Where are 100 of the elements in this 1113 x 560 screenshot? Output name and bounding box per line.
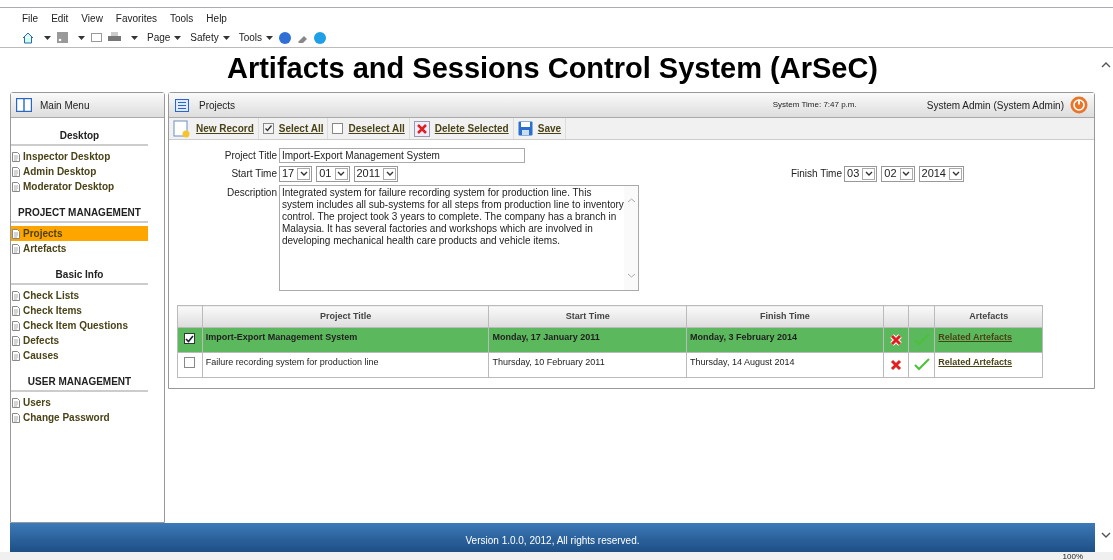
panel-title: Projects xyxy=(199,98,236,113)
action-button[interactable]: New Record xyxy=(169,118,259,139)
sidebar-item[interactable]: Artefacts xyxy=(11,241,148,256)
page-icon xyxy=(12,320,20,331)
toolbar-menu-button[interactable]: Tools xyxy=(238,30,274,45)
menu-item[interactable]: File xyxy=(22,10,39,26)
delete-icon[interactable] xyxy=(889,358,904,372)
home-icon[interactable] xyxy=(22,31,34,44)
new-document-icon xyxy=(173,119,191,138)
field-label: Start Time xyxy=(230,167,277,181)
checkmark-icon xyxy=(185,334,195,343)
delete-icon[interactable] xyxy=(889,333,904,347)
page-icon xyxy=(12,397,20,408)
sidebar-item[interactable]: Moderator Desktop xyxy=(11,179,148,194)
row-checkbox[interactable] xyxy=(184,333,196,344)
checkmark-icon[interactable] xyxy=(913,333,930,347)
date-dropdown[interactable]: 2014 xyxy=(918,165,964,182)
section-heading: Desktop xyxy=(11,123,148,146)
header-cell xyxy=(883,305,909,328)
power-icon[interactable] xyxy=(1070,96,1088,114)
toolbar-menu-button[interactable]: Safety xyxy=(190,30,230,45)
chevron-down-icon[interactable] xyxy=(1100,532,1111,538)
sidebar-title: Main Menu xyxy=(40,98,90,113)
zoom-level[interactable]: 100% xyxy=(1062,552,1083,560)
checkbox-icon xyxy=(332,123,344,134)
chevron-down-icon xyxy=(299,171,308,176)
sidebar-item[interactable]: Admin Desktop xyxy=(11,164,148,179)
action-button[interactable]: Save xyxy=(513,118,567,139)
caret-icon xyxy=(266,35,274,40)
action-button[interactable]: Deselect All xyxy=(328,118,410,139)
date-dropdown[interactable]: 2011 xyxy=(353,165,399,182)
checked-checkbox-icon xyxy=(262,123,274,134)
project-title-field[interactable]: Import-Export Management System xyxy=(279,148,525,163)
page-icon xyxy=(12,243,20,254)
header-cell xyxy=(909,305,935,328)
feed-icon[interactable] xyxy=(57,32,68,43)
chevron-down-icon xyxy=(337,171,345,176)
mail-icon[interactable] xyxy=(91,33,102,42)
table-row[interactable]: Failure recording system for production line Thursday, 10 February 2011 Thursday, 14 August 2014 Related Artefacts xyxy=(177,352,1043,378)
field-label: Project Title xyxy=(223,149,277,163)
toolbar-menu-button[interactable]: Page xyxy=(147,30,182,45)
section-heading: PROJECT MANAGEMENT xyxy=(11,200,148,223)
chevron-down-icon xyxy=(385,171,394,176)
footer-bar: Version 1.0.0, 2012, All rights reserved. xyxy=(10,523,1095,552)
menu-item[interactable]: Favorites xyxy=(115,10,157,26)
panel-icon xyxy=(16,98,32,112)
date-dropdown[interactable]: 17 xyxy=(279,165,313,182)
page-icon xyxy=(12,412,20,423)
page-icon xyxy=(12,151,20,162)
action-button[interactable]: Select All xyxy=(258,118,329,139)
page-title: Artifacts and Sessions Control System (ArSeC) xyxy=(225,51,879,86)
page-icon xyxy=(12,166,20,177)
date-dropdown[interactable]: 01 xyxy=(316,165,350,182)
sidebar-item[interactable]: Projects xyxy=(11,226,148,241)
sidebar-item[interactable]: Check Items xyxy=(11,303,148,318)
page-icon xyxy=(12,181,20,192)
page-icon xyxy=(12,290,20,301)
page-icon xyxy=(12,228,20,239)
table-cell: Import-Export Management System xyxy=(202,327,489,353)
system-time: System Time: 7:47 p.m. xyxy=(772,99,857,111)
list-icon xyxy=(175,98,189,112)
column-header: Project Title xyxy=(202,305,489,328)
delete-icon xyxy=(413,120,430,137)
page-icon xyxy=(12,350,20,361)
table-cell: Monday, 3 February 2014 xyxy=(686,327,884,353)
menu-item[interactable]: Help xyxy=(206,10,227,26)
sidebar-item[interactable]: Change Password xyxy=(11,410,148,425)
chevron-up-icon[interactable] xyxy=(1100,62,1111,68)
sidebar-item[interactable]: Users xyxy=(11,395,148,410)
menu-item[interactable]: Edit xyxy=(51,10,69,26)
caret-icon xyxy=(174,35,182,40)
table-cell: Failure recording system for production line xyxy=(202,352,489,378)
section-heading: USER MANAGEMENT xyxy=(11,369,148,392)
action-button[interactable]: Delete Selected xyxy=(409,118,514,139)
printer-icon[interactable] xyxy=(108,32,121,43)
sidebar-item[interactable]: Defects xyxy=(11,333,148,348)
caret-icon xyxy=(222,35,230,40)
checkmark-icon[interactable] xyxy=(913,358,930,372)
table-cell: Thursday, 14 August 2014 xyxy=(686,352,884,378)
chevron-down-icon xyxy=(902,171,910,176)
sidebar-item[interactable]: Check Item Questions xyxy=(11,318,148,333)
date-dropdown[interactable]: 03 xyxy=(844,165,878,182)
section-heading: Basic Info xyxy=(11,262,148,285)
description-field[interactable]: Integrated system for failure recording system for production line. This system includes all sub-systems for all steps from production line to inventory control. The project took 3 years to complete. The company has a branch in Malaysia. It has several factories and workshops which are involved in developing mechanical health care products and vehicle items. xyxy=(279,185,639,291)
user-name: System Admin (System Admin) xyxy=(926,98,1064,113)
menu-item[interactable]: View xyxy=(81,10,103,26)
column-header: Artefacts xyxy=(934,305,1043,328)
column-header: Start Time xyxy=(488,305,687,328)
table-row[interactable]: Import-Export Management System Monday, 17 January 2011 Monday, 3 February 2014 Related Artefacts xyxy=(177,327,1043,353)
menu-item[interactable]: Tools xyxy=(170,10,194,26)
sidebar-item[interactable]: Check Lists xyxy=(11,288,148,303)
page-icon xyxy=(12,335,20,346)
sidebar-item[interactable]: Causes xyxy=(11,348,148,363)
date-dropdown[interactable]: 02 xyxy=(881,165,915,182)
sidebar-item[interactable]: Inspector Desktop xyxy=(11,149,148,164)
table-cell: Monday, 17 January 2011 xyxy=(488,327,687,353)
header-cell xyxy=(177,305,203,328)
caret-icon xyxy=(44,35,51,40)
row-checkbox[interactable] xyxy=(184,357,196,369)
field-label: Description xyxy=(225,186,277,200)
